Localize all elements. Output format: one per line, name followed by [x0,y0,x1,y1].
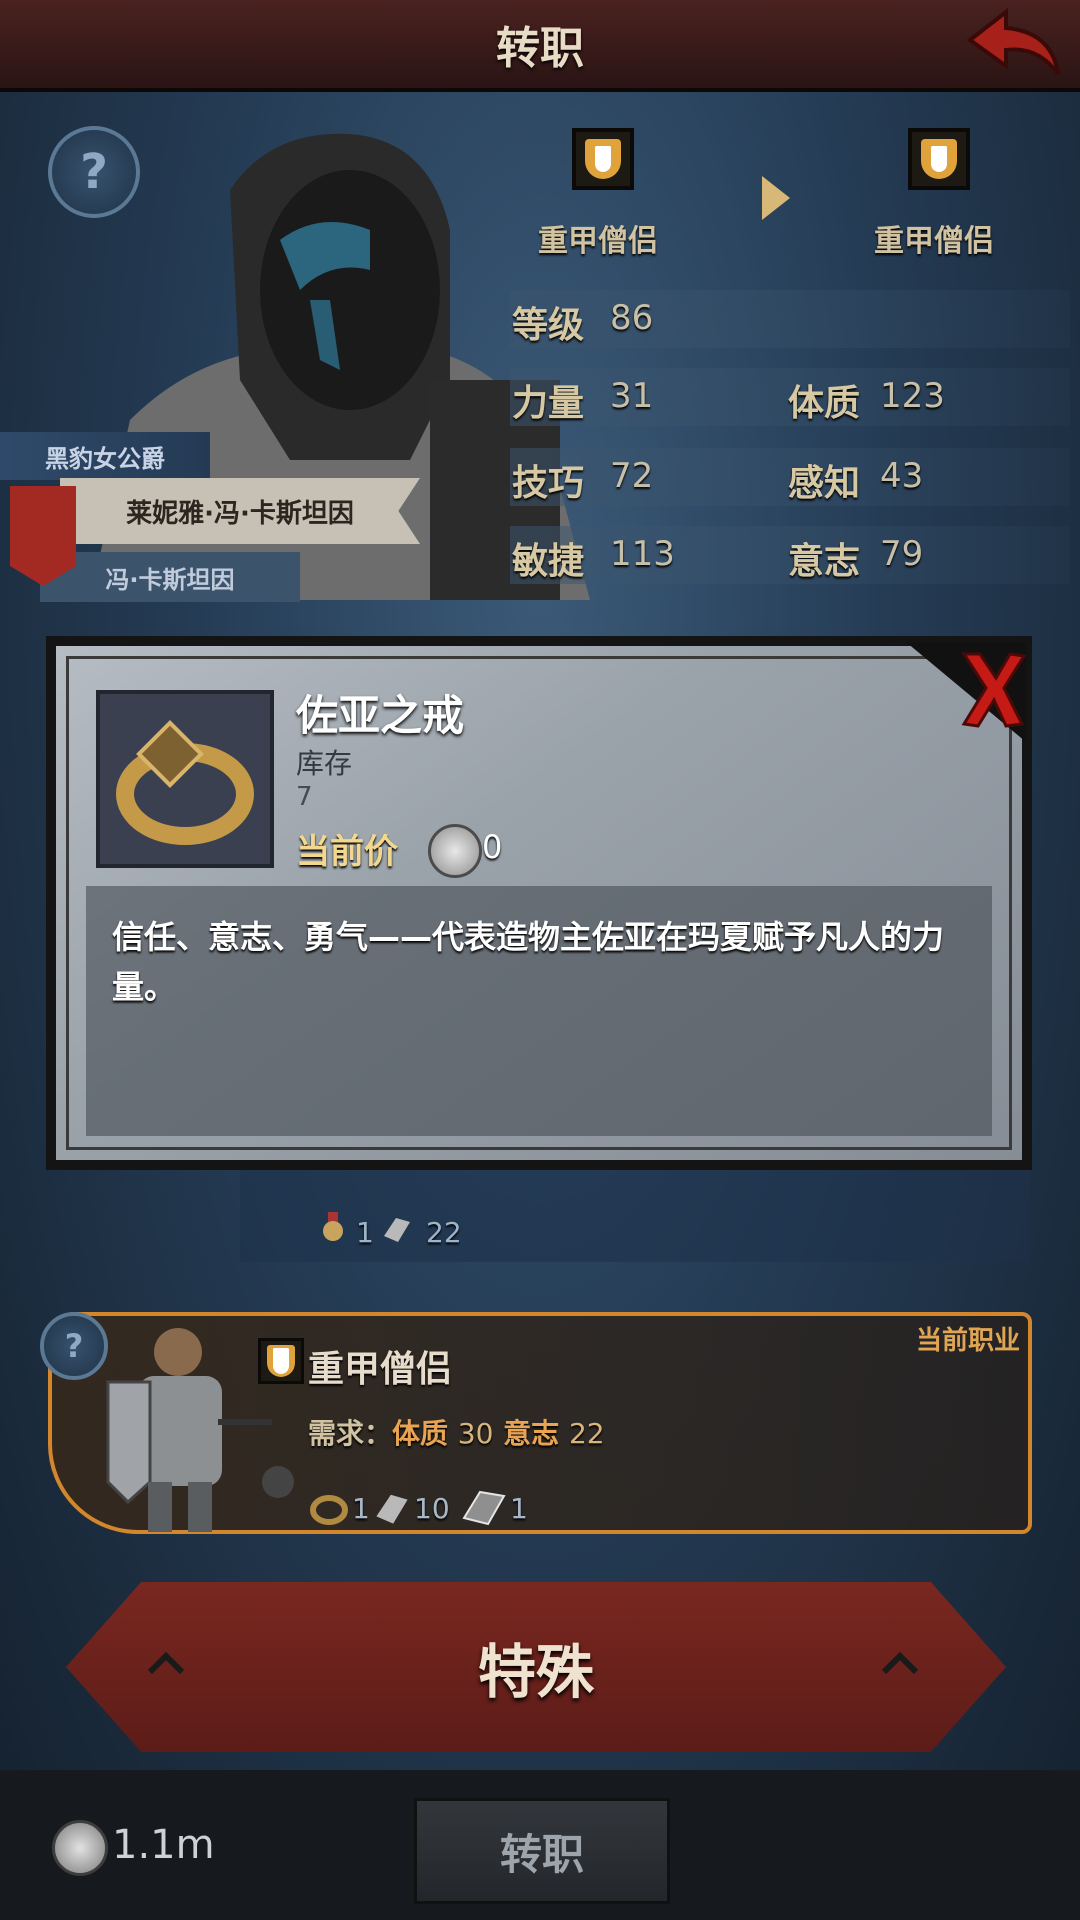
close-icon[interactable] [906,642,1026,742]
shield-class-icon [267,1345,295,1377]
level-label: 等级 [512,305,585,346]
current-class-card[interactable]: 当前职业 重甲僧侣 需求：体质 30 意志 22 1 10 1 [48,1312,1032,1534]
item-name: 佐亚之戒 [296,691,465,740]
req-2-label: 意志 [503,1417,560,1450]
from-class-name: 重甲僧侣 [538,224,658,259]
ingot-icon [384,1218,410,1242]
stat-row-level [510,290,1070,348]
medal-count: 1 [356,1216,374,1249]
level-value: 86 [610,298,654,338]
stock-label: 库存 [296,747,353,780]
from-class-icon [572,128,634,190]
req-1-value: 30 [457,1417,494,1450]
ring-count: 1 [352,1492,370,1525]
ingot-count: 10 [414,1492,450,1525]
page-title: 转职 [496,23,584,74]
req-prefix: 需求： [308,1417,393,1450]
ingot-count: 22 [426,1216,462,1249]
arrow-right-icon [762,176,790,220]
help-icon: ? [64,1327,84,1365]
perception-label: 感知 [788,463,861,504]
req-1-label: 体质 [392,1417,449,1450]
special-label: 特殊 [477,1638,594,1706]
agility-label: 敏捷 [512,541,585,582]
to-class-icon [908,128,970,190]
shield-class-icon [585,139,621,179]
coin-icon [52,1820,108,1876]
item-popup: 佐亚之戒 库存 7 当前价 0 信任、意志、勇气——代表造物主佐亚在玛夏赋予凡人… [46,636,1032,1170]
skill-value: 72 [610,456,654,496]
coin-icon [428,824,482,878]
iron-bar-count: 1 [510,1492,528,1525]
stock-value: 7 [296,782,313,812]
price-label: 当前价 [296,832,398,872]
chevron-up-icon [147,1651,185,1675]
silver-amount: 1.1m [112,1822,215,1868]
ingot-icon [376,1494,408,1524]
strength-value: 31 [610,376,654,416]
class-icon [258,1338,304,1384]
shield-class-icon [921,139,957,179]
skill-label: 技巧 [512,463,585,504]
current-class-tag: 当前职业 [915,1326,1020,1356]
hero-name-banner: 莱妮雅·冯·卡斯坦因 [60,478,420,544]
chevron-up-icon [881,1651,919,1675]
iron-bar-icon [462,1490,506,1526]
constitution-label: 体质 [788,383,861,424]
req-2-value: 22 [568,1417,605,1450]
ring-icon [116,720,254,845]
item-frame [96,690,274,868]
hero-honor-title: 黑豹女公爵 [0,432,210,480]
job-change-label: 转职 [499,1829,584,1879]
price-value: 0 [482,828,503,866]
to-class-name: 重甲僧侣 [874,224,994,259]
perception-value: 43 [880,456,924,496]
job-change-button[interactable]: 转职 [414,1798,670,1904]
current-class-name: 重甲僧侣 [308,1349,453,1390]
top-bar: 转职 [0,0,1080,92]
agility-value: 113 [610,534,675,574]
ring-icon [310,1495,348,1525]
special-button[interactable]: 特殊 [66,1582,1006,1752]
strength-label: 力量 [512,383,585,424]
will-label: 意志 [788,541,861,582]
description-box: 信任、意志、勇气——代表造物主佐亚在玛夏赋予凡人的力量。 [86,886,992,1136]
back-arrow-icon[interactable] [966,6,1062,80]
medal-icon [323,1212,343,1241]
item-description: 信任、意志、勇气——代表造物主佐亚在玛夏赋予凡人的力量。 [112,918,945,1006]
hero-family-banner: 冯·卡斯坦因 [40,552,300,602]
constitution-value: 123 [880,376,945,416]
crest-icon [10,486,76,586]
will-value: 79 [880,534,924,574]
card-help-button[interactable]: ? [40,1312,108,1380]
requirements: 需求：体质 30 意志 22 [308,1412,605,1452]
